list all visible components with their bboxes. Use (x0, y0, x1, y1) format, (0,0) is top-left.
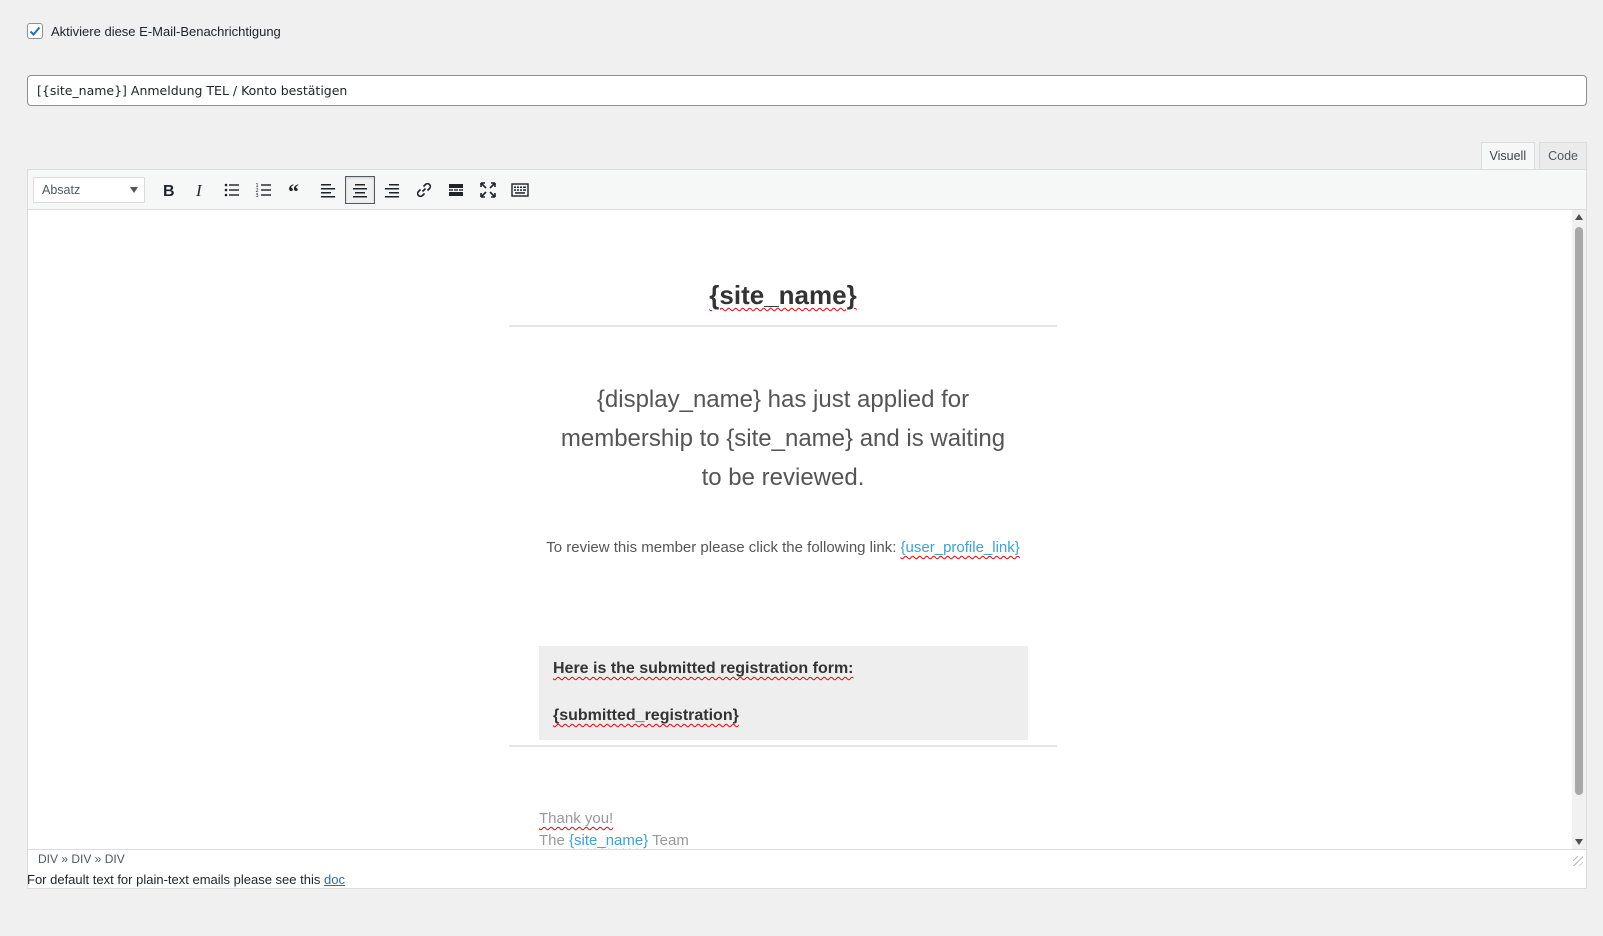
svg-text:B: B (163, 183, 175, 199)
subject-input[interactable] (27, 75, 1587, 106)
align-left-icon (321, 183, 335, 197)
chevron-down-icon (130, 186, 138, 193)
footer-divider (509, 745, 1057, 747)
resize-handle-icon[interactable] (1573, 856, 1583, 866)
email-site-title: {site_name} (509, 280, 1057, 311)
site-title-text: {site_name} (709, 280, 857, 310)
paragraph-format-select[interactable]: Absatz (33, 176, 145, 203)
align-center-button[interactable] (345, 175, 375, 204)
editor-scrollbar[interactable] (1572, 210, 1586, 849)
tab-visual[interactable]: Visuell (1480, 142, 1536, 171)
tab-code[interactable]: Code (1539, 142, 1587, 171)
scrollbar-thumb[interactable] (1575, 227, 1583, 795)
editor-content[interactable]: {site_name} {display_name} has just appl… (28, 210, 1586, 849)
insert-link-button[interactable] (409, 176, 439, 204)
editor-tabs: Visuell Code (1480, 142, 1587, 171)
align-left-button[interactable] (313, 176, 343, 204)
registration-box: Here is the submitted registration form:… (539, 646, 1028, 740)
team-suffix: Team (648, 832, 689, 849)
scroll-down-icon[interactable] (1575, 839, 1583, 845)
blockquote-icon: “ (288, 181, 299, 199)
checkmark-icon (29, 26, 41, 36)
email-editor: Absatz B I 123 “ {site_name} {display_na… (27, 169, 1587, 889)
registration-heading: Here is the submitted registration form: (553, 660, 854, 677)
enable-notification-label: Aktiviere diese E-Mail-Benachrichtigung (51, 23, 281, 39)
registration-placeholder: {submitted_registration} (553, 707, 739, 724)
toolbar-toggle-icon (511, 182, 529, 197)
bullet-list-button[interactable] (217, 176, 247, 204)
svg-text:3: 3 (256, 193, 259, 199)
read-more-icon (449, 183, 463, 196)
enable-notification-checkbox[interactable] (27, 23, 43, 39)
review-text: To review this member please click the f… (546, 539, 901, 556)
align-center-icon (353, 183, 367, 197)
review-line: To review this member please click the f… (509, 539, 1057, 556)
link-icon (416, 182, 432, 197)
header-divider (509, 325, 1057, 327)
svg-text:I: I (195, 181, 203, 199)
element-path[interactable]: DIV » DIV » DIV (38, 852, 125, 866)
align-right-icon (385, 183, 399, 197)
svg-text:“: “ (288, 181, 299, 199)
read-more-button[interactable] (441, 176, 471, 204)
blockquote-button[interactable]: “ (281, 176, 311, 204)
toolbar-toggle-button[interactable] (505, 176, 535, 204)
bullet-list-icon (224, 183, 239, 196)
editor-statusbar: DIV » DIV » DIV (28, 849, 1586, 869)
editor-toolbar: Absatz B I 123 “ (28, 170, 1586, 210)
doc-link[interactable]: doc (324, 872, 345, 887)
bold-icon: B (163, 183, 175, 199)
format-select-value: Absatz (42, 182, 81, 197)
fullscreen-icon (480, 181, 496, 198)
bold-button[interactable]: B (153, 176, 183, 204)
thanks-text: Thank you! (539, 810, 614, 827)
numbered-list-icon: 123 (256, 183, 271, 199)
scroll-up-icon[interactable] (1575, 214, 1583, 220)
numbered-list-button[interactable]: 123 (249, 176, 279, 204)
italic-button[interactable]: I (185, 176, 215, 204)
team-site-link: {site_name} (569, 832, 649, 849)
plain-text-note: For default text for plain-text emails p… (27, 872, 345, 887)
align-right-button[interactable] (377, 176, 407, 204)
italic-icon: I (195, 181, 203, 199)
fullscreen-button[interactable] (473, 176, 503, 204)
user-profile-link[interactable]: {user_profile_link} (901, 539, 1020, 556)
team-line: The {site_name} Team (539, 830, 689, 849)
enable-notification-row[interactable]: Aktiviere diese E-Mail-Benachrichtigung (27, 23, 281, 39)
team-prefix: The (539, 832, 570, 849)
note-text: For default text for plain-text emails p… (27, 872, 324, 887)
email-footer: Thank you! The {site_name} Team (539, 808, 689, 849)
email-lead-text: {display_name} has just applied for memb… (560, 386, 1006, 491)
